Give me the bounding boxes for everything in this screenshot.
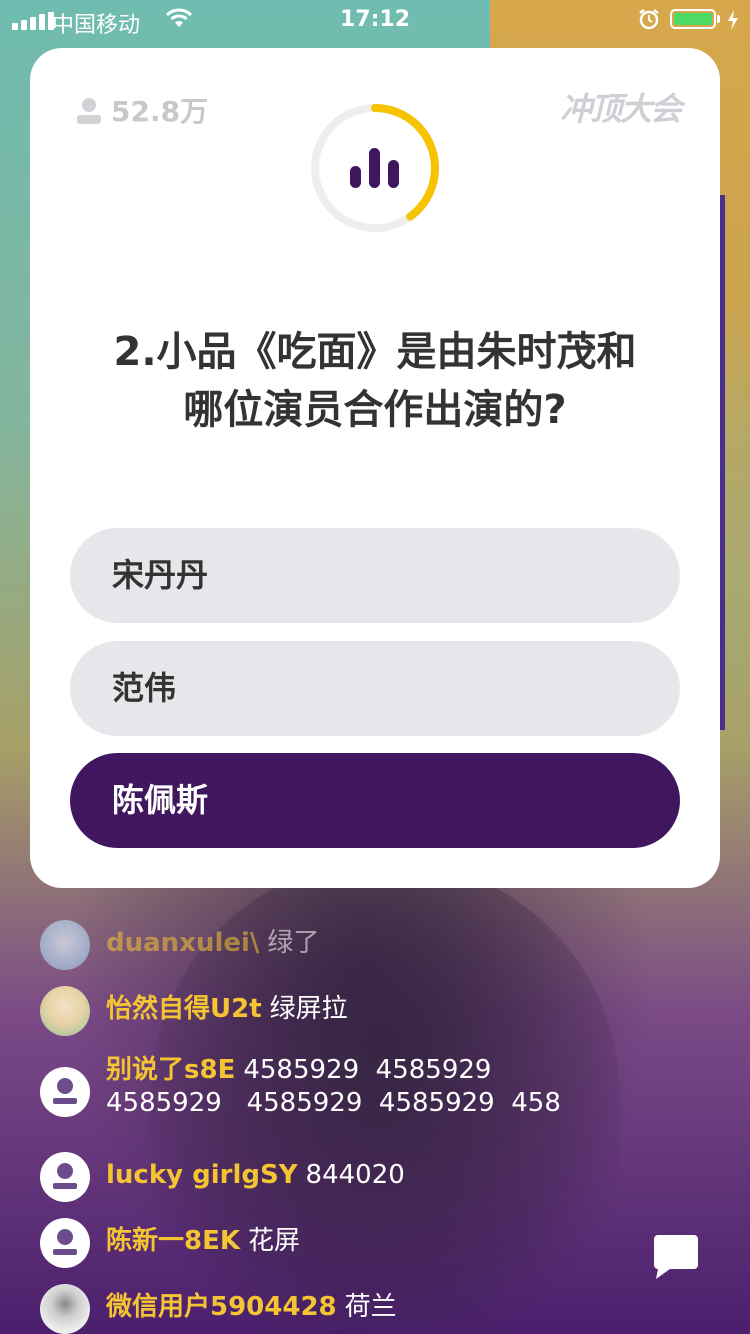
question-text: 2.小品《吃面》是由朱时茂和 哪位演员合作出演的? — [70, 323, 680, 439]
comment-item: 微信用户5904428 荷兰 — [40, 1284, 640, 1334]
answer-option-a[interactable]: 宋丹丹 — [70, 528, 680, 623]
comment-username: duanxulei\ — [106, 928, 260, 958]
brand-logo: 冲顶大会 — [559, 90, 682, 128]
battery-icon — [670, 9, 716, 29]
comment-item: lucky girlgSY 844020 — [40, 1152, 640, 1202]
answer-option-c[interactable]: 陈佩斯 — [70, 753, 680, 848]
comment-message: 844020 — [305, 1160, 405, 1190]
comment-item: 陈新一8EK 花屏 — [40, 1218, 640, 1268]
comment-text: lucky girlgSY 844020 — [106, 1152, 405, 1202]
countdown-timer — [311, 104, 439, 232]
question-line: 哪位演员合作出演的? — [183, 387, 567, 433]
viewer-count: 52.8万 — [75, 90, 208, 130]
comment-username: 陈新一8EK — [106, 1226, 240, 1256]
quiz-card: 52.8万 冲顶大会 2.小品《吃面》是由朱时茂和 哪位演员合作出演的? 宋丹丹… — [30, 48, 720, 888]
comment-message: 4585929 4585929 — [243, 1055, 492, 1085]
stats-icon — [350, 148, 399, 188]
status-bar: 中国移动 17:12 — [0, 0, 750, 40]
comment-username: 别说了s8E — [106, 1055, 236, 1085]
default-avatar[interactable] — [40, 1218, 90, 1268]
charging-icon — [728, 10, 738, 30]
question-line: 2.小品《吃面》是由朱时茂和 — [113, 329, 637, 375]
comment-message: 绿屏拉 — [269, 994, 348, 1024]
viewer-count-label: 52.8万 — [111, 95, 209, 128]
comment-message-continued: 4585929 4585929 4585929 458 — [106, 1088, 561, 1118]
user-avatar[interactable] — [40, 1284, 90, 1334]
user-icon — [77, 98, 101, 124]
comment-message: 绿了 — [267, 928, 320, 958]
comment-text: 微信用户5904428 荷兰 — [106, 1284, 397, 1334]
answer-option-b[interactable]: 范伟 — [70, 641, 680, 736]
comment-message: 花屏 — [248, 1226, 301, 1256]
default-avatar[interactable] — [40, 1067, 90, 1117]
comment-text: duanxulei\ 绿了 — [106, 920, 319, 970]
comment-item: 怡然自得U2t 绿屏拉 — [40, 986, 640, 1036]
comment-username: lucky girlgSY — [106, 1160, 298, 1190]
alarm-icon — [639, 9, 659, 30]
comment-message: 荷兰 — [344, 1292, 397, 1322]
comment-text: 陈新一8EK 花屏 — [106, 1218, 300, 1268]
comment-username: 微信用户5904428 — [106, 1292, 337, 1322]
comment-text: 怡然自得U2t 绿屏拉 — [106, 986, 348, 1036]
user-avatar[interactable] — [40, 920, 90, 970]
default-avatar[interactable] — [40, 1152, 90, 1202]
battery-tip — [717, 15, 720, 23]
chat-bubble-icon[interactable] — [652, 1233, 700, 1281]
comment-item: duanxulei\ 绿了 — [40, 920, 640, 970]
comment-username: 怡然自得U2t — [106, 994, 262, 1024]
comment-item: 别说了s8E 4585929 4585929 4585929 4585929 45… — [40, 1054, 640, 1120]
comment-text: 别说了s8E 4585929 4585929 4585929 4585929 45… — [106, 1054, 561, 1120]
user-avatar[interactable] — [40, 986, 90, 1036]
